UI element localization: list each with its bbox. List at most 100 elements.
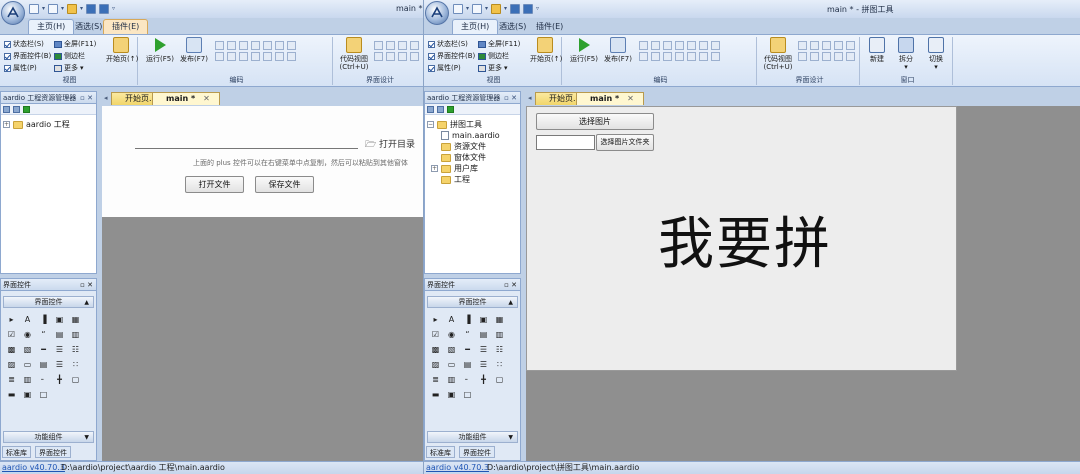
split-button[interactable]: 拆分 ▾ xyxy=(893,37,919,71)
code-view-button[interactable]: 代码视图 (Ctrl+U) xyxy=(762,37,794,71)
toolbox-control-icon[interactable]: ╴ xyxy=(37,374,50,386)
toolbox-control-icon[interactable]: ╋ xyxy=(477,374,490,386)
new-project-icon[interactable] xyxy=(48,4,59,14)
toolbox-control-icon[interactable]: ≣ xyxy=(5,374,18,386)
toolbox-control-icon[interactable]: ▥ xyxy=(493,329,506,341)
tab-stdlib[interactable]: 标准库 xyxy=(426,446,455,458)
toolbox-control-icon[interactable]: ▩ xyxy=(5,344,18,356)
toolbox-control-icon[interactable]: ▩ xyxy=(429,344,442,356)
version-link[interactable]: aardio v40.70.3 xyxy=(2,462,65,474)
edit-tools[interactable] xyxy=(639,41,721,61)
dropdown-icon[interactable]: ▾ xyxy=(504,4,507,14)
app-menu-button[interactable] xyxy=(1,1,25,25)
tree-node-userlib[interactable]: + 用户库 xyxy=(427,163,500,174)
save-icon[interactable] xyxy=(437,106,444,113)
toolbox-control-icon[interactable]: ☷ xyxy=(69,344,82,356)
tab-ui-controls[interactable]: 界面控件 xyxy=(35,446,71,458)
toolbox-control-icon[interactable]: ▥ xyxy=(21,374,34,386)
toolbox-control-icon[interactable]: ▭ xyxy=(445,359,458,371)
run-button[interactable]: 运行(F5) xyxy=(569,37,599,63)
toolbox-control-icon[interactable]: ☷ xyxy=(493,344,506,356)
new-project-icon[interactable] xyxy=(472,4,483,14)
open-directory-link[interactable]: 🗁 打开目录 xyxy=(365,137,415,153)
tab-scroll-icon[interactable]: ◂ xyxy=(104,94,108,102)
tab-stdlib[interactable]: 标准库 xyxy=(2,446,31,458)
publish-button[interactable]: 发布(F7) xyxy=(603,37,633,63)
sidebar-button[interactable]: 侧边栏 xyxy=(54,51,85,61)
toolbox-footer-header[interactable]: 功能组件 ▼ xyxy=(427,431,518,443)
toolbox-control-icon[interactable]: ━ xyxy=(461,344,474,356)
fullscreen-button[interactable]: 全屏(F11) xyxy=(54,39,96,49)
collapse-icon[interactable]: − xyxy=(427,121,434,128)
tab-main[interactable]: main * ✕ xyxy=(152,92,220,105)
toolbox-footer-header[interactable]: 功能组件 ▼ xyxy=(3,431,94,443)
switch-button[interactable]: 切换 ▾ xyxy=(923,37,949,71)
new-file-icon[interactable] xyxy=(427,106,434,113)
toolbox-control-icon[interactable]: ╴ xyxy=(461,374,474,386)
form-preview[interactable]: 选择图片 选择图片文件夹 我要拼 xyxy=(526,106,957,371)
new-file-icon[interactable] xyxy=(3,106,10,113)
start-page-button[interactable]: 开始页(↑) xyxy=(106,37,138,63)
toolbox-control-icon[interactable]: ∷ xyxy=(69,359,82,371)
tab-ui-controls[interactable]: 界面控件 xyxy=(459,446,495,458)
toolbox-control-icon[interactable]: ∷ xyxy=(493,359,506,371)
pin-close-icon[interactable]: ▫ ✕ xyxy=(504,92,517,104)
statusbar-checkbox[interactable]: 状态栏(S) xyxy=(428,39,468,49)
toolbox-control-icon[interactable]: “ xyxy=(461,329,474,341)
toolbox-control-icon[interactable]: ▣ xyxy=(477,314,490,326)
toolbox-control-icon[interactable]: ▬ xyxy=(5,389,18,401)
toolbox-control-icon[interactable]: □ xyxy=(461,389,474,401)
app-menu-button[interactable] xyxy=(425,1,449,25)
toolbox-control-icon[interactable]: ▢ xyxy=(493,374,506,386)
save-all-icon[interactable] xyxy=(99,4,110,14)
toolbox-control-icon[interactable]: ▧ xyxy=(21,344,34,356)
toolbox-control-icon[interactable]: ☰ xyxy=(477,344,490,356)
tab-main[interactable]: main * ✕ xyxy=(576,92,644,105)
toolbox-control-icon[interactable]: ◉ xyxy=(445,329,458,341)
toolbox-control-icon[interactable]: ≣ xyxy=(429,374,442,386)
select-folder-button[interactable]: 选择图片文件夹 xyxy=(596,134,654,151)
toolbox-control-icon[interactable]: □ xyxy=(37,389,50,401)
close-icon[interactable]: ✕ xyxy=(627,94,634,103)
toolbox-control-icon[interactable]: ▥ xyxy=(69,329,82,341)
edit-tools[interactable] xyxy=(215,41,297,61)
toolbox-control-icon[interactable]: ▐ xyxy=(461,314,474,326)
start-page-button[interactable]: 开始页(↑) xyxy=(530,37,562,63)
toolbox-control-icon[interactable]: ▤ xyxy=(461,359,474,371)
toolbox-control-icon[interactable]: ▤ xyxy=(477,329,490,341)
save-file-button[interactable]: 保存文件 xyxy=(255,176,314,193)
customize-icon[interactable]: ▿ xyxy=(536,4,539,14)
save-icon[interactable] xyxy=(13,106,20,113)
pin-close-icon[interactable]: ▫ ✕ xyxy=(80,92,93,104)
tree-node-main[interactable]: main.aardio xyxy=(427,130,500,141)
properties-checkbox[interactable]: 属性(P) xyxy=(4,63,37,73)
tab-scroll-icon[interactable]: ◂ xyxy=(528,94,532,102)
toolbox-control-icon[interactable]: ▣ xyxy=(53,314,66,326)
open-folder-icon[interactable] xyxy=(491,4,502,14)
ui-controls-checkbox[interactable]: 界面控件(B) xyxy=(428,51,475,61)
dropdown-icon[interactable]: ▾ xyxy=(466,4,469,14)
save-icon[interactable] xyxy=(510,4,521,14)
run-button[interactable]: 运行(F5) xyxy=(145,37,175,63)
toolbox-control-icon[interactable]: ▸ xyxy=(429,314,442,326)
more-button[interactable]: 更多 ▾ xyxy=(478,63,508,73)
dropdown-icon[interactable]: ▾ xyxy=(80,4,83,14)
properties-checkbox[interactable]: 属性(P) xyxy=(428,63,461,73)
tree-node-resources[interactable]: 资源文件 xyxy=(427,141,500,152)
toolbox-control-icon[interactable]: ☑ xyxy=(429,329,442,341)
pin-close-icon[interactable]: ▫ ✕ xyxy=(80,279,93,291)
select-image-button[interactable]: 选择图片 xyxy=(536,113,654,130)
run-icon[interactable] xyxy=(23,106,30,113)
dropdown-icon[interactable]: ▾ xyxy=(61,4,64,14)
toolbox-control-icon[interactable]: ▨ xyxy=(5,359,18,371)
statusbar-checkbox[interactable]: 状态栏(S) xyxy=(4,39,44,49)
tree-node-root[interactable]: − 拼图工具 xyxy=(427,119,500,130)
toolbox-control-icon[interactable]: ☰ xyxy=(53,359,66,371)
toolbox-control-icon[interactable]: ▐ xyxy=(37,314,50,326)
tree-node-forms[interactable]: 窗体文件 xyxy=(427,152,500,163)
dropdown-icon[interactable]: ▾ xyxy=(42,4,45,14)
toolbox-control-icon[interactable]: ▭ xyxy=(21,359,34,371)
toolbox-section-header[interactable]: 界面控件 ▲ xyxy=(427,296,518,308)
new-window-button[interactable]: 新建 xyxy=(865,37,889,63)
toolbox-section-header[interactable]: 界面控件 ▲ xyxy=(3,296,94,308)
